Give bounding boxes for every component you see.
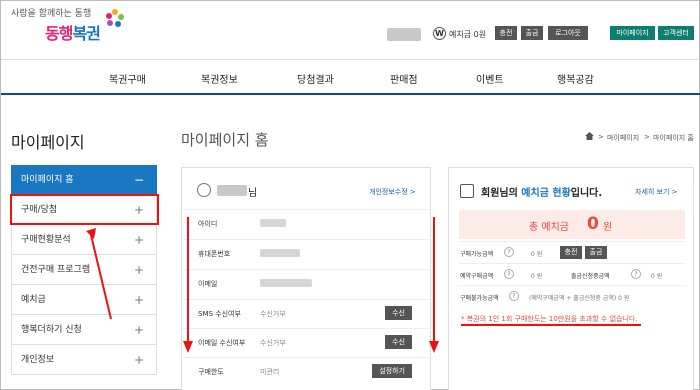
breadcrumb-sep: > <box>598 133 604 141</box>
sms-subscribe-button[interactable]: 수신 <box>385 306 412 320</box>
profile-row-id: 아이디 <box>182 209 430 236</box>
profile-row-email-opt: 이메일 수신여부 수신거부 수신 <box>182 328 430 355</box>
redacted-value <box>260 249 300 257</box>
profile-row-email: 이메일 <box>182 269 430 296</box>
wallet-icon <box>460 184 474 198</box>
breadcrumb-current: 마이페이지 홈 <box>653 134 694 142</box>
set-limit-button[interactable]: 설정하기 <box>372 364 412 378</box>
sidebar-title: 마이페이지 <box>11 133 85 152</box>
annotation-arrow-icon <box>86 228 112 320</box>
expand-icon: + <box>133 263 144 277</box>
expand-icon: + <box>133 323 144 337</box>
total-deposit-unit: 원 <box>603 222 613 233</box>
help-icon[interactable]: ? <box>504 247 514 257</box>
logo-flower-icon <box>106 9 124 27</box>
collapse-icon: − <box>133 173 144 187</box>
logout-button[interactable]: 로그아웃 <box>548 26 588 40</box>
expand-icon: + <box>133 233 144 247</box>
deposit-detail-link[interactable]: 자세히 보기 > <box>635 187 678 197</box>
redacted-value <box>260 219 286 227</box>
annotation-arrow-icon <box>183 217 193 353</box>
notice-underline <box>461 324 641 326</box>
profile-row-phone: 휴대폰번호 <box>182 239 430 266</box>
nav-item-info[interactable]: 복권정보 <box>201 71 238 86</box>
purchase-limit-notice: * 복권의 1인 1회 구매한도는 10만원을 초과할 수 없습니다. <box>461 315 638 323</box>
withdraw-button[interactable]: 출금 <box>521 26 543 40</box>
top-header: 사랑을 함께하는 동행 동행복권 W 예치금 0원 충전 출금 로그아웃 마이페… <box>1 1 700 59</box>
customer-center-button[interactable]: 고객센터 <box>658 26 694 40</box>
logo-tagline: 사랑을 함께하는 동행 <box>11 9 92 19</box>
deposit-title: 회원님의 예치금 현황입니다. <box>481 188 603 199</box>
edit-profile-link[interactable]: 개인정보수정 > <box>369 187 416 197</box>
breadcrumb-mypage[interactable]: 마이페이지 <box>607 133 639 143</box>
help-icon[interactable]: ? <box>504 269 514 279</box>
mypage-button[interactable]: 마이페이지 <box>610 26 655 40</box>
main-nav: 복권구매 복권정보 당첨결과 판매점 이벤트 행복공감 <box>1 59 700 95</box>
deposit-row-available: 구매가능금액 ? 0 원 충전 출금 <box>459 241 685 263</box>
home-icon[interactable] <box>585 132 594 140</box>
profile-row-limit: 구매한도 미관리 설정하기 <box>182 357 430 384</box>
total-deposit-box: 총 예치금 0 원 <box>459 210 685 239</box>
help-icon[interactable]: ? <box>509 291 519 301</box>
nav-item-stores[interactable]: 판매점 <box>390 71 418 86</box>
total-deposit-value: 0 <box>587 214 599 234</box>
breadcrumb-sep: > <box>644 133 650 141</box>
help-icon[interactable]: ? <box>631 269 641 279</box>
deposit-withdraw-button[interactable]: 출금 <box>585 246 607 259</box>
annotation-arrow-icon <box>429 217 439 353</box>
profile-name-redacted <box>217 185 247 196</box>
redacted-value <box>260 279 312 287</box>
nav-item-happiness[interactable]: 행복공감 <box>557 71 594 86</box>
sidebar-item-mypage-home[interactable]: 마이페이지 홈 − <box>11 165 157 195</box>
nav-item-buy[interactable]: 복권구매 <box>109 71 146 86</box>
won-icon: W <box>433 27 446 40</box>
deposit-amount: 예치금 0원 <box>449 30 487 39</box>
total-deposit-label: 총 예치금 <box>529 222 569 233</box>
deposit-row-unavailable: 구매불가능금액 ? (예약구매금액 + 출금신청중 금액) 0 원 <box>459 285 685 307</box>
page-title: 마이페이지 홈 <box>181 131 269 149</box>
expand-icon: + <box>133 353 144 367</box>
highlight-box <box>10 194 159 225</box>
deposit-row-reserved: 예약구매금액 ? 0 원 출금신청중금액 ? 0 원 <box>459 263 685 285</box>
deposit-charge-button[interactable]: 충전 <box>560 246 582 259</box>
expand-icon: + <box>133 293 144 307</box>
sidebar-item-personal-info[interactable]: 개인정보 + <box>11 345 157 375</box>
nav-item-events[interactable]: 이벤트 <box>476 71 504 86</box>
charge-button[interactable]: 충전 <box>495 26 517 40</box>
profile-row-sms: SMS 수신여부 수신거부 수신 <box>182 299 430 326</box>
user-icon <box>197 183 211 197</box>
logo[interactable]: 동행복권 <box>45 20 101 44</box>
profile-name-suffix: 님 <box>248 188 258 199</box>
email-subscribe-button[interactable]: 수신 <box>385 335 412 349</box>
username-redacted <box>387 28 421 41</box>
nav-item-results[interactable]: 당첨결과 <box>297 71 334 86</box>
